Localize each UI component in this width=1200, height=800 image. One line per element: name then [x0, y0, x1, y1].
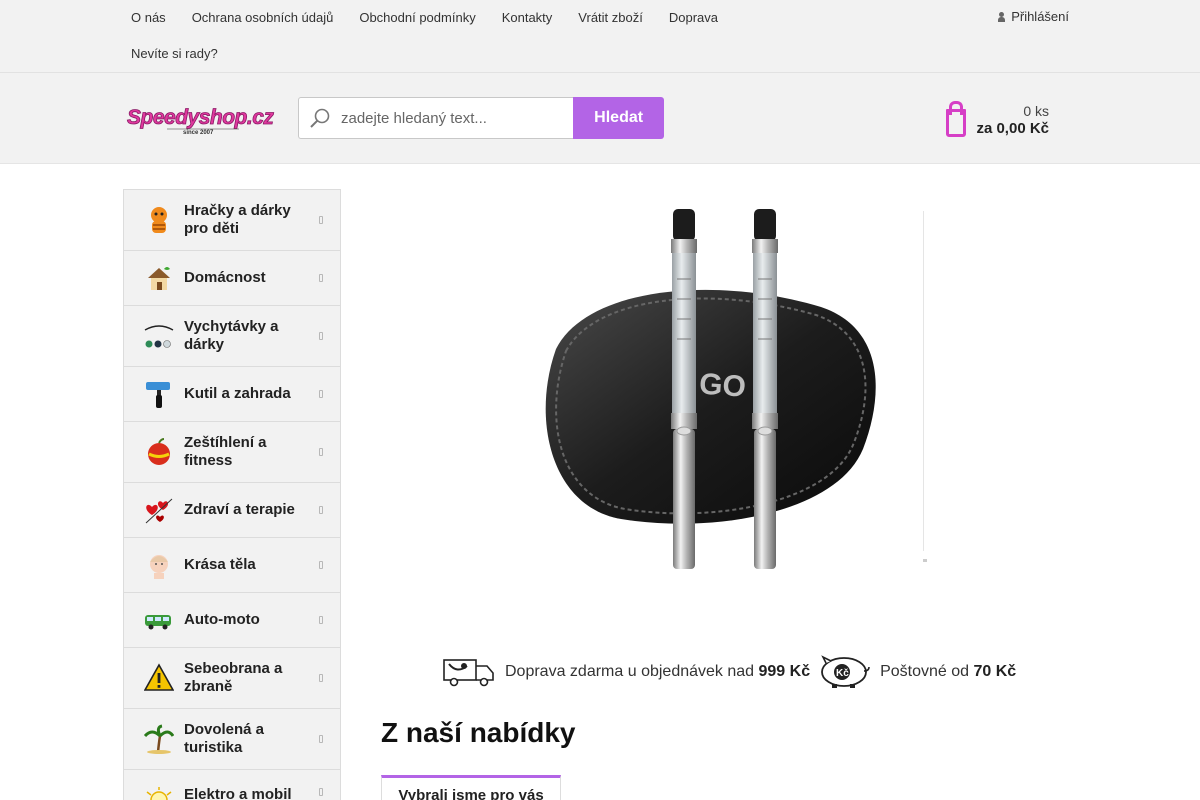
money-badge-text: Kč — [836, 668, 849, 679]
category-label: Dovolená a turistika — [184, 721, 265, 756]
chevron-right-icon — [319, 735, 323, 743]
face-icon — [150, 555, 168, 579]
palm-icon — [144, 724, 174, 754]
chevron-right-icon — [319, 448, 323, 456]
category-fitness[interactable]: Zeštíhlení a fitness — [124, 422, 340, 483]
tab-our-picks[interactable]: Vybrali jsme pro vás — [381, 775, 561, 800]
top-navigation: O nás Ochrana osobních údajů Obchodní po… — [118, 0, 738, 72]
offer-section-title: Z naší nabídky — [381, 717, 576, 748]
top-bar: O nás Ochrana osobních údajů Obchodní po… — [0, 0, 1200, 73]
header: Speedyshop.cz since 2007 Hledat 0 ks za … — [0, 73, 1200, 164]
e-cigarette-left — [671, 209, 697, 569]
postage-amount: 70 Kč — [973, 663, 1017, 680]
category-label: Zdraví a terapie — [184, 501, 295, 518]
chevron-right-icon — [319, 788, 323, 796]
cart-total: za 0,00 Kč — [976, 120, 1049, 137]
category-label: Vychytávky a dárky — [184, 318, 279, 353]
gadgets-icon — [144, 325, 174, 348]
slider-dot[interactable] — [923, 559, 927, 562]
case-brand-text: GO — [698, 368, 747, 404]
paint-roller-icon — [146, 382, 170, 408]
product-banner[interactable]: GO — [381, 189, 928, 589]
search-box — [298, 97, 574, 139]
chevron-right-icon — [319, 674, 323, 682]
nav-link-terms[interactable]: Obchodní podmínky — [346, 0, 488, 36]
piggy-bank-icon: Kč — [821, 655, 870, 688]
category-label: Zeštíhlení a fitness — [184, 434, 267, 469]
nav-link-help[interactable]: Nevíte si rady? — [118, 36, 231, 72]
chevron-right-icon — [319, 561, 323, 569]
category-label: Krása těla — [184, 556, 256, 573]
category-health[interactable]: Zdraví a terapie — [124, 483, 340, 538]
search-form: Hledat — [298, 97, 664, 139]
cart-widget[interactable]: 0 ks za 0,00 Kč — [944, 99, 1054, 139]
postage-text: Poštovné od 70 Kč — [880, 663, 1017, 680]
e-cigarette-image: GO — [545, 209, 876, 569]
category-auto-moto[interactable]: Auto-moto — [124, 593, 340, 648]
hearts-icon — [145, 498, 173, 524]
chevron-right-icon — [319, 390, 323, 398]
category-self-defense[interactable]: Sebeobrana a zbraně — [124, 648, 340, 709]
banner-edge — [923, 211, 924, 551]
chevron-right-icon — [319, 616, 323, 624]
nav-link-shipping[interactable]: Doprava — [656, 0, 731, 36]
logo-text: Speedyshop.cz — [127, 106, 274, 129]
shopping-bag-icon — [946, 101, 966, 137]
category-label: Kutil a zahrada — [184, 385, 291, 402]
category-label: Sebeobrana a zbraně — [184, 660, 283, 695]
search-input[interactable] — [341, 109, 561, 127]
nav-link-contacts[interactable]: Kontakty — [489, 0, 566, 36]
speedyshop-logo[interactable]: Speedyshop.cz since 2007 — [125, 102, 281, 136]
apple-tape-icon — [148, 438, 170, 465]
bulb-icon — [146, 787, 172, 800]
e-cigarette-right — [752, 209, 778, 569]
category-label: Domácnost — [184, 269, 266, 286]
category-beauty[interactable]: Krása těla — [124, 538, 340, 593]
category-toys[interactable]: Hračky a dárky pro děti — [124, 190, 340, 251]
chevron-right-icon — [319, 274, 323, 282]
category-diy-garden[interactable]: Kutil a zahrada — [124, 367, 340, 422]
category-household[interactable]: Domácnost — [124, 251, 340, 306]
chevron-right-icon — [319, 216, 323, 224]
zip-case — [545, 289, 876, 524]
search-button[interactable]: Hledat — [573, 97, 664, 139]
chevron-right-icon — [319, 506, 323, 514]
user-icon — [998, 11, 1006, 22]
category-travel[interactable]: Dovolená a turistika — [124, 709, 340, 770]
logo-subtext: since 2007 — [183, 130, 214, 136]
category-electro[interactable]: Elektro a mobil — [124, 770, 340, 800]
login-label: Přihlášení — [1011, 9, 1069, 24]
free-shipping-text: Doprava zdarma u objednávek nad 999 Kč — [505, 663, 811, 680]
tiger-toy-icon — [151, 207, 167, 233]
nav-link-returns[interactable]: Vrátit zboží — [565, 0, 656, 36]
search-icon — [310, 108, 330, 128]
shipping-info: Doprava zdarma u objednávek nad 999 Kč K… — [443, 655, 1016, 689]
delivery-truck-icon — [443, 659, 494, 687]
login-link[interactable]: Přihlášení — [998, 9, 1069, 24]
category-label: Hračky a dárky pro děti — [184, 202, 291, 237]
category-label: Auto-moto — [184, 611, 260, 628]
category-label: Elektro a mobil — [184, 786, 292, 800]
cart-count: 0 ks — [1023, 103, 1049, 119]
warning-icon — [144, 663, 174, 691]
category-gadgets[interactable]: Vychytávky a dárky — [124, 306, 340, 367]
free-shipping-amount: 999 Kč — [758, 663, 811, 680]
category-sidebar: Hračky a dárky pro děti Domácnost Vychyt… — [123, 189, 341, 800]
house-icon — [148, 267, 170, 290]
nav-link-privacy[interactable]: Ochrana osobních údajů — [179, 0, 347, 36]
nav-link-about[interactable]: O nás — [118, 0, 179, 36]
chevron-right-icon — [319, 332, 323, 340]
van-icon — [145, 615, 171, 630]
